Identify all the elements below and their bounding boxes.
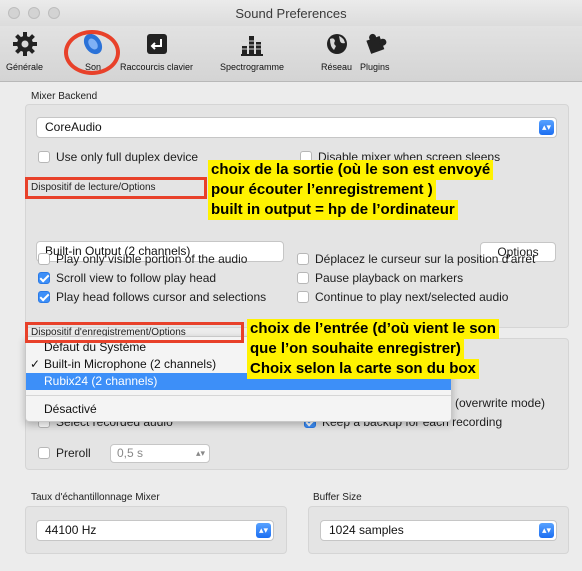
move-cursor-stop-checkbox[interactable]: Déplacez le curseur sur la position d'ar… <box>297 252 535 266</box>
tab-plugins-label: Plugins <box>360 62 390 72</box>
mixer-backend-label: Mixer Backend <box>31 91 98 102</box>
stepper-arrows-icon: ▴▾ <box>195 448 205 458</box>
keyboard-icon <box>146 34 167 54</box>
tab-spectrogramme-label: Spectrogramme <box>220 62 285 72</box>
annotation-output-line2: pour écouter l’enregistrement ) <box>208 180 436 200</box>
menu-item-built-in-microphone-label: Built-in Microphone (2 channels) <box>44 357 217 371</box>
annotation-output-line1: choix de la sortie (où le son est envoyé <box>208 160 494 180</box>
tab-reseau-label: Réseau <box>321 62 353 72</box>
pause-on-markers-label: Pause playback on markers <box>315 271 464 285</box>
playhead-follows-cursor-box[interactable] <box>38 291 50 303</box>
scroll-follow-playhead-box[interactable] <box>38 272 50 284</box>
full-duplex-label: Use only full duplex device <box>56 150 199 164</box>
pause-on-markers-checkbox[interactable]: Pause playback on markers <box>297 271 463 285</box>
menu-item-desactive-label: Désactivé <box>44 402 97 416</box>
preroll-stepper[interactable]: 0,5 s ▴▾ <box>110 444 210 463</box>
tab-generale-label: Générale <box>6 62 44 72</box>
menu-item-desactive[interactable]: Désactivé <box>26 401 451 418</box>
spectrogram-icon <box>241 36 264 56</box>
chevron-updown-icon: ▴▾ <box>539 523 554 538</box>
play-visible-portion-label: Play only visible portion of the audio <box>56 252 248 266</box>
tab-spectrogramme[interactable]: Spectrogramme <box>220 30 284 72</box>
full-duplex-box[interactable] <box>38 151 50 163</box>
preroll-checkbox[interactable]: Preroll <box>38 446 91 460</box>
buffer-size-label: Buffer Size <box>313 492 362 503</box>
annotation-circle-son <box>64 30 120 75</box>
playhead-follows-cursor-label: Play head follows cursor and selections <box>56 290 267 304</box>
menu-item-rubix24-label: Rubix24 (2 channels) <box>44 374 158 388</box>
play-visible-portion-checkbox[interactable]: Play only visible portion of the audio <box>38 252 247 266</box>
puzzle-icon <box>366 33 387 54</box>
tab-plugins[interactable]: Plugins <box>360 30 390 72</box>
chevron-updown-icon: ▴▾ <box>539 120 554 135</box>
continue-play-next-checkbox[interactable]: Continue to play next/selected audio <box>297 290 508 304</box>
mixer-backend-select[interactable]: CoreAudio ▴▾ <box>36 117 557 138</box>
mixer-backend-value: CoreAudio <box>45 120 102 134</box>
sample-rate-label: Taux d'échantillonnage Mixer <box>31 492 160 503</box>
tab-raccourcis-clavier-label: Raccourcis clavier <box>120 62 194 72</box>
play-visible-portion-box[interactable] <box>38 253 50 265</box>
chevron-updown-icon: ▴▾ <box>256 523 271 538</box>
pause-on-markers-box[interactable] <box>297 272 309 284</box>
full-duplex-checkbox[interactable]: Use only full duplex device <box>38 150 198 164</box>
menu-separator <box>26 395 451 396</box>
title-bar: Sound Preferences <box>0 0 582 26</box>
scroll-follow-playhead-label: Scroll view to follow play head <box>56 271 217 285</box>
preroll-box[interactable] <box>38 447 50 459</box>
tab-raccourcis-clavier[interactable]: Raccourcis clavier <box>120 30 193 72</box>
playhead-follows-cursor-checkbox[interactable]: Play head follows cursor and selections <box>38 290 266 304</box>
tab-reseau[interactable]: Réseau <box>321 30 352 72</box>
sample-rate-value: 44100 Hz <box>45 523 97 537</box>
window-title: Sound Preferences <box>235 6 347 21</box>
gear-icon <box>12 32 37 56</box>
sample-rate-select[interactable]: 44100 Hz ▴▾ <box>36 520 274 541</box>
annotation-input-line2: que l’on souhaite enregistrer) <box>247 339 464 359</box>
buffer-size-select[interactable]: 1024 samples ▴▾ <box>320 520 557 541</box>
move-cursor-stop-label: Déplacez le curseur sur la position d'ar… <box>315 252 536 266</box>
continue-play-next-label: Continue to play next/selected audio <box>315 290 509 304</box>
scroll-follow-playhead-checkbox[interactable]: Scroll view to follow play head <box>38 271 216 285</box>
preroll-label: Preroll <box>56 446 91 460</box>
preroll-value: 0,5 s <box>117 446 144 460</box>
annotation-box-recording <box>25 322 244 343</box>
annotation-input-line1: choix de l’entrée (d’où vient le son <box>247 319 499 339</box>
globe-icon <box>326 34 347 54</box>
annotation-input-line3: Choix selon la carte son du box <box>247 359 479 379</box>
preferences-window: Sound Preferences Générale Son Raccourci… <box>0 0 582 571</box>
tab-generale[interactable]: Générale <box>6 30 43 72</box>
overwrite-mode-text: (overwrite mode) <box>455 396 546 410</box>
move-cursor-stop-box[interactable] <box>297 253 309 265</box>
buffer-size-value: 1024 samples <box>329 523 404 537</box>
annotation-box-playback <box>25 177 207 199</box>
continue-play-next-box[interactable] <box>297 291 309 303</box>
checkmark-icon: ✓ <box>30 357 41 371</box>
annotation-output-line3: built in output = hp de l’ordinateur <box>208 200 458 220</box>
